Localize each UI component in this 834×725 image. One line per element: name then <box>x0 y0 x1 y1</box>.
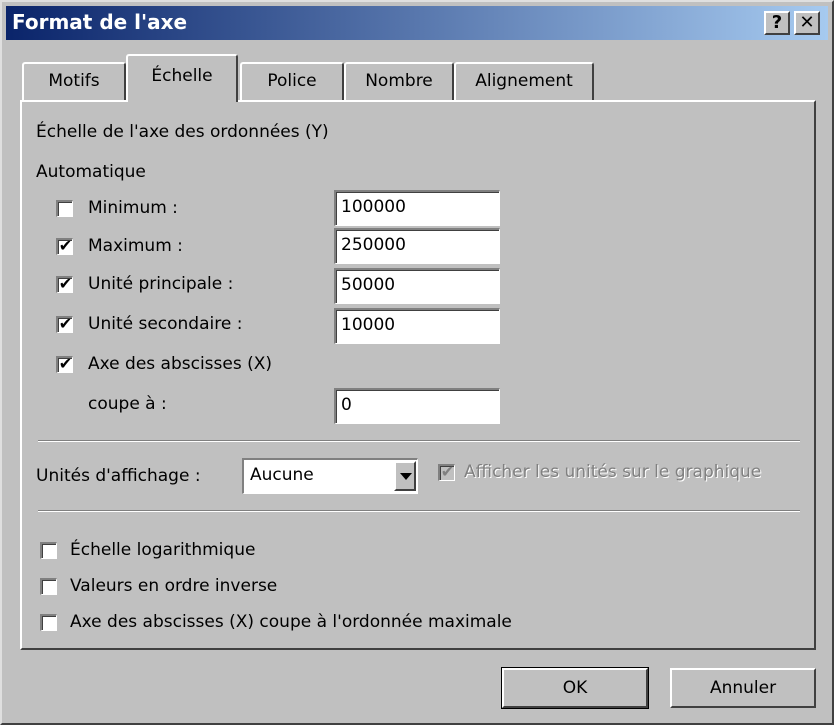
minimum-auto-checkbox[interactable] <box>56 200 73 217</box>
help-icon: ? <box>771 12 783 33</box>
tab-label: Police <box>267 71 317 91</box>
divider <box>38 440 800 442</box>
reverse-order-checkbox[interactable] <box>40 578 57 595</box>
tab-alignement[interactable]: Alignement <box>454 62 594 100</box>
tab-label: Échelle <box>151 66 213 86</box>
minimum-label: Minimum : <box>88 198 178 218</box>
reverse-order-label: Valeurs en ordre inverse <box>70 576 278 596</box>
crosses-at-value: 0 <box>341 395 352 415</box>
display-units-select[interactable]: Aucune <box>242 458 418 494</box>
major-unit-value: 50000 <box>341 275 396 295</box>
chevron-down-icon <box>400 473 412 480</box>
close-button[interactable]: ✕ <box>794 11 820 35</box>
minor-unit-auto-checkbox[interactable]: ✔ <box>56 314 73 333</box>
automatic-label: Automatique <box>36 162 146 182</box>
crosses-at-input[interactable]: 0 <box>334 388 500 424</box>
major-unit-label: Unité principale : <box>88 274 234 294</box>
checkmark-icon: ✔ <box>58 236 73 255</box>
divider <box>38 510 800 512</box>
checkmark-icon: ✔ <box>440 462 455 481</box>
logarithmic-scale-label: Échelle logarithmique <box>70 540 256 560</box>
display-units-label: Unités d'affichage : <box>36 466 201 486</box>
minor-unit-input[interactable]: 10000 <box>334 308 500 344</box>
help-button[interactable]: ? <box>764 11 790 35</box>
maximum-value: 250000 <box>341 235 406 255</box>
minor-unit-value: 10000 <box>341 315 396 335</box>
crosses-at-maximum-checkbox[interactable] <box>40 614 57 631</box>
tab-label: Alignement <box>475 71 573 91</box>
window-title: Format de l'axe <box>12 10 188 34</box>
minimum-input[interactable]: 100000 <box>334 190 500 226</box>
maximum-label: Maximum : <box>88 236 183 256</box>
tab-nombre[interactable]: Nombre <box>344 62 454 100</box>
minor-unit-label: Unité secondaire : <box>88 314 243 334</box>
major-unit-input[interactable]: 50000 <box>334 268 500 304</box>
close-icon: ✕ <box>799 12 815 33</box>
crosses-axis-label: Axe des abscisses (X) <box>88 354 273 374</box>
tab-motifs[interactable]: Motifs <box>22 62 126 100</box>
ok-label: OK <box>562 678 588 698</box>
tab-police[interactable]: Police <box>240 62 344 100</box>
ok-button[interactable]: OK <box>501 667 649 709</box>
scale-heading: Échelle de l'axe des ordonnées (Y) <box>36 122 329 142</box>
show-units-label: Afficher les unités sur le graphique <box>464 462 762 482</box>
major-unit-auto-checkbox[interactable]: ✔ <box>56 274 73 293</box>
logarithmic-scale-checkbox[interactable] <box>40 542 57 559</box>
checkmark-icon: ✔ <box>58 314 73 333</box>
cancel-button[interactable]: Annuler <box>670 668 816 708</box>
title-bar[interactable]: Format de l'axe ? ✕ <box>6 6 828 40</box>
checkmark-icon: ✔ <box>58 354 73 373</box>
tab-label: Motifs <box>48 71 100 91</box>
cancel-label: Annuler <box>709 678 777 698</box>
maximum-input[interactable]: 250000 <box>334 228 500 264</box>
tab-echelle[interactable]: Échelle <box>126 54 238 102</box>
crosses-auto-checkbox[interactable]: ✔ <box>56 354 73 373</box>
scale-panel: Échelle de l'axe des ordonnées (Y) Autom… <box>20 100 816 650</box>
minimum-value: 100000 <box>341 197 406 217</box>
crosses-at-maximum-label: Axe des abscisses (X) coupe à l'ordonnée… <box>70 612 512 632</box>
tab-label: Nombre <box>365 71 433 91</box>
maximum-auto-checkbox[interactable]: ✔ <box>56 236 73 255</box>
dropdown-button[interactable] <box>394 461 416 491</box>
crosses-at-label: coupe à : <box>88 394 167 414</box>
show-units-checkbox[interactable]: ✔ <box>438 462 455 481</box>
checkmark-icon: ✔ <box>58 274 73 293</box>
display-units-value: Aucune <box>250 465 314 485</box>
